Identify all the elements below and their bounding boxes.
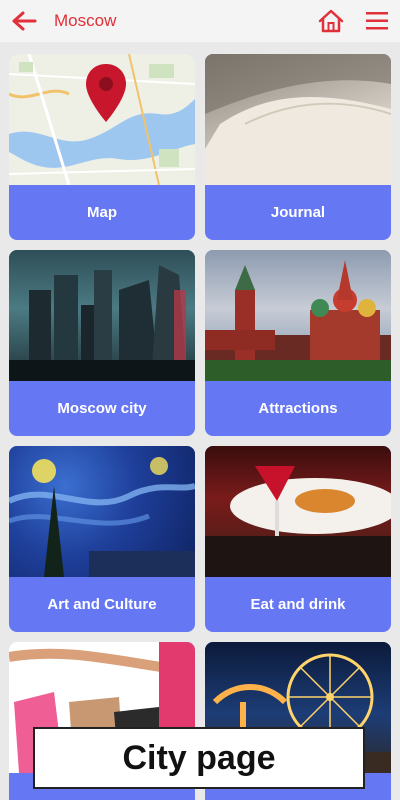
skyscrapers-image [9,265,195,381]
starry-night-image [9,457,195,577]
home-button[interactable] [308,0,354,42]
app-header: Moscow [0,0,400,42]
tile-attractions-label: Attractions [258,400,338,417]
hamburger-menu-icon [366,12,388,30]
category-grid: Map Journal Moscow city Attractions Art … [9,54,391,800]
app-screen: Moscow Map Journal Moscow city Attractio… [0,0,400,800]
tile-map[interactable]: Map [9,54,195,240]
tile-journal-label: Journal [270,204,326,221]
attractions-thumbnail [205,250,391,381]
tile-art-and-culture-label: Art and Culture [47,596,157,613]
page-title: Moscow [54,11,117,30]
moscow-city-thumbnail [9,250,195,381]
art-thumbnail [9,446,195,577]
tile-attractions[interactable]: Attractions [205,250,391,436]
food-and-cocktail-image [205,466,391,577]
tile-moscow-city[interactable]: Moscow city [9,250,195,436]
tile-moscow-city-label: Moscow city [57,400,147,417]
journal-thumbnail [205,54,391,185]
back-button[interactable] [0,0,48,42]
back-arrow-icon [12,11,37,31]
tile-journal[interactable]: Journal [205,54,391,240]
tile-map-label: Map [87,204,117,221]
page-caption: City page [33,727,365,789]
tile-eat-and-drink-label: Eat and drink [250,596,346,613]
location-pin-icon [86,64,126,122]
map-thumbnail [9,54,195,185]
open-book-image [205,54,391,185]
red-square-image [205,260,391,381]
menu-button[interactable] [354,0,400,42]
tile-art-and-culture[interactable]: Art and Culture [9,446,195,632]
tile-eat-and-drink[interactable]: Eat and drink [205,446,391,632]
home-icon [318,9,344,33]
eat-and-drink-thumbnail [205,446,391,577]
